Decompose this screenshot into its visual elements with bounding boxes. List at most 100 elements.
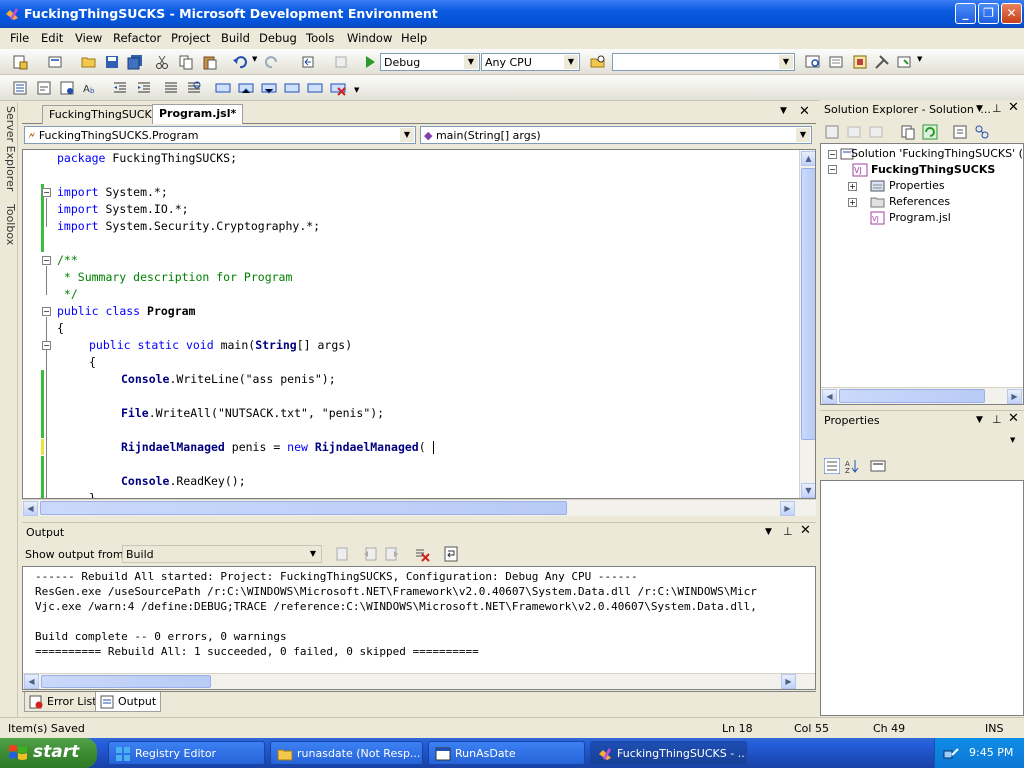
find-message-in-code-icon[interactable] <box>334 546 350 562</box>
properties-icon[interactable] <box>824 124 840 140</box>
close-button[interactable]: ✕ <box>1001 3 1022 24</box>
open-folder-icon[interactable] <box>81 54 97 70</box>
close-document-icon[interactable]: ✕ <box>799 104 810 119</box>
menu-window[interactable]: Window <box>347 31 392 45</box>
scroll-down-icon[interactable]: ▼ <box>801 483 815 498</box>
object-browser-icon[interactable] <box>852 54 868 70</box>
start-debugging-icon[interactable] <box>362 54 378 70</box>
complete-word-icon[interactable]: Ab <box>82 80 98 96</box>
categorized-icon[interactable] <box>824 458 840 474</box>
properties-object-combo[interactable]: ▼ <box>820 430 1024 452</box>
collapse-icon[interactable]: − <box>42 256 51 265</box>
scroll-thumb[interactable] <box>40 501 567 515</box>
menu-view[interactable]: View <box>75 31 102 45</box>
window-position-icon[interactable]: ▼ <box>976 415 983 425</box>
scroll-up-icon[interactable]: ▲ <box>801 151 815 166</box>
alphabetical-icon[interactable]: AZ <box>844 458 860 474</box>
solution-explorer-icon[interactable] <box>805 54 821 70</box>
tree-item-references[interactable]: References <box>889 195 950 208</box>
tab-fuckingthingsucks[interactable]: FuckingThingSUCKS <box>42 105 166 124</box>
solution-horizontal-scrollbar[interactable]: ◀ ▶ <box>821 387 1023 404</box>
close-output-icon[interactable]: ✕ <box>800 523 811 538</box>
window-position-icon[interactable]: ▼ <box>765 527 772 537</box>
save-icon[interactable] <box>104 54 120 70</box>
scroll-thumb[interactable] <box>839 389 985 403</box>
properties-header[interactable]: Properties ▼ ⊥ ✕ <box>820 410 1024 430</box>
scroll-thumb[interactable] <box>801 168 815 440</box>
auto-hide-pin-icon[interactable]: ⊥ <box>992 102 1002 115</box>
menu-file[interactable]: File <box>10 31 29 45</box>
network-icon[interactable] <box>943 745 959 761</box>
toolbar-options-icon[interactable]: ▼ <box>354 86 359 94</box>
title-bar[interactable]: FuckingThingSUCKS - Microsoft Developmen… <box>0 0 1024 28</box>
expand-icon[interactable]: + <box>848 182 857 191</box>
auto-hide-pin-icon[interactable]: ⊥ <box>783 525 793 538</box>
navigate-forward-icon[interactable] <box>333 54 349 70</box>
next-bookmark-folder-icon[interactable] <box>307 80 323 96</box>
toolbox-icon[interactable] <box>874 54 890 70</box>
editor-vertical-scrollbar[interactable]: ▲ ▼ <box>799 150 815 498</box>
menu-help[interactable]: Help <box>401 31 427 45</box>
server-explorer-tab[interactable]: Server Explorer <box>1 106 17 191</box>
solution-tree[interactable]: − Solution 'FuckingThingSUCKS' (1 pro − … <box>820 143 1024 405</box>
close-solution-explorer-icon[interactable]: ✕ <box>1008 100 1019 115</box>
maximize-button[interactable]: ❐ <box>978 3 999 24</box>
scroll-right-icon[interactable]: ▶ <box>781 674 796 689</box>
refresh-icon[interactable] <box>922 124 938 140</box>
go-to-previous-message-icon[interactable] <box>362 546 378 562</box>
code-editor[interactable]: − − − − package FuckingThingSUCKS; impor… <box>22 149 816 499</box>
undo-dropdown-icon[interactable]: ▼ <box>252 55 257 63</box>
collapse-icon[interactable]: − <box>828 165 837 174</box>
go-to-next-message-icon[interactable] <box>384 546 400 562</box>
menu-debug[interactable]: Debug <box>259 31 297 45</box>
start-button[interactable]: start <box>0 738 97 768</box>
property-pages-icon[interactable] <box>870 458 886 474</box>
uncomment-lines-icon[interactable] <box>186 80 202 96</box>
properties-grid[interactable] <box>820 480 1024 716</box>
menu-edit[interactable]: Edit <box>41 31 63 45</box>
collapse-icon[interactable]: − <box>42 307 51 316</box>
increase-indent-icon[interactable] <box>136 80 152 96</box>
member-combo[interactable]: ◆ main(String[] args) ▼ <box>420 126 812 144</box>
decrease-indent-icon[interactable] <box>112 80 128 96</box>
collapse-icon[interactable]: − <box>42 341 51 350</box>
minimize-button[interactable]: _ <box>955 3 976 24</box>
previous-bookmark-icon[interactable] <box>238 80 254 96</box>
auto-hide-pin-icon[interactable]: ⊥ <box>992 413 1002 426</box>
class-combo[interactable]: 🗲 FuckingThingSUCKS.Program ▼ <box>24 126 416 144</box>
toolbox-tab[interactable]: Toolbox <box>1 204 17 245</box>
scroll-right-icon[interactable]: ▶ <box>1007 389 1022 404</box>
copy-icon[interactable] <box>178 54 194 70</box>
find-combo[interactable]: ▼ <box>612 53 795 71</box>
tree-item-program-jsl[interactable]: Program.jsl <box>889 211 951 224</box>
tab-program-jsl[interactable]: Program.jsl* <box>152 104 244 125</box>
save-all-icon[interactable] <box>127 54 143 70</box>
menu-tools[interactable]: Tools <box>306 31 334 45</box>
show-all-files-icon[interactable] <box>846 124 862 140</box>
collapse-icon[interactable]: − <box>42 188 51 197</box>
tab-output[interactable]: Output <box>95 692 162 712</box>
previous-bookmark-folder-icon[interactable] <box>284 80 300 96</box>
menu-refactor[interactable]: Refactor <box>113 31 161 45</box>
scroll-thumb[interactable] <box>41 675 211 688</box>
expand-icon[interactable]: + <box>848 198 857 207</box>
redo-icon[interactable] <box>264 54 280 70</box>
tree-item-properties[interactable]: Properties <box>889 179 945 192</box>
properties-window-icon[interactable] <box>828 54 844 70</box>
active-files-dropdown-icon[interactable]: ▼ <box>780 106 787 116</box>
toggle-word-wrap-icon[interactable] <box>443 546 459 562</box>
solution-configuration-combo[interactable]: Debug ▼ <box>380 53 480 71</box>
clear-all-icon[interactable] <box>414 546 430 562</box>
copy-website-icon[interactable] <box>900 124 916 140</box>
tree-item-project[interactable]: FuckingThingSUCKS <box>871 163 995 176</box>
tab-error-list[interactable]: Error List <box>24 692 102 712</box>
output-text-area[interactable]: ------ Rebuild All started: Project: Fuc… <box>22 566 816 690</box>
cut-icon[interactable] <box>154 54 170 70</box>
editor-horizontal-scrollbar[interactable]: ◀ ▶ <box>22 499 816 516</box>
undo-icon[interactable] <box>232 54 248 70</box>
other-windows-icon[interactable] <box>896 54 912 70</box>
view-designer-icon[interactable] <box>952 124 968 140</box>
solution-explorer-header[interactable]: Solution Explorer - Solution '... ▼ ⊥ ✕ <box>820 100 1024 120</box>
toggle-bookmark-icon[interactable] <box>215 80 231 96</box>
paste-icon[interactable] <box>202 54 218 70</box>
